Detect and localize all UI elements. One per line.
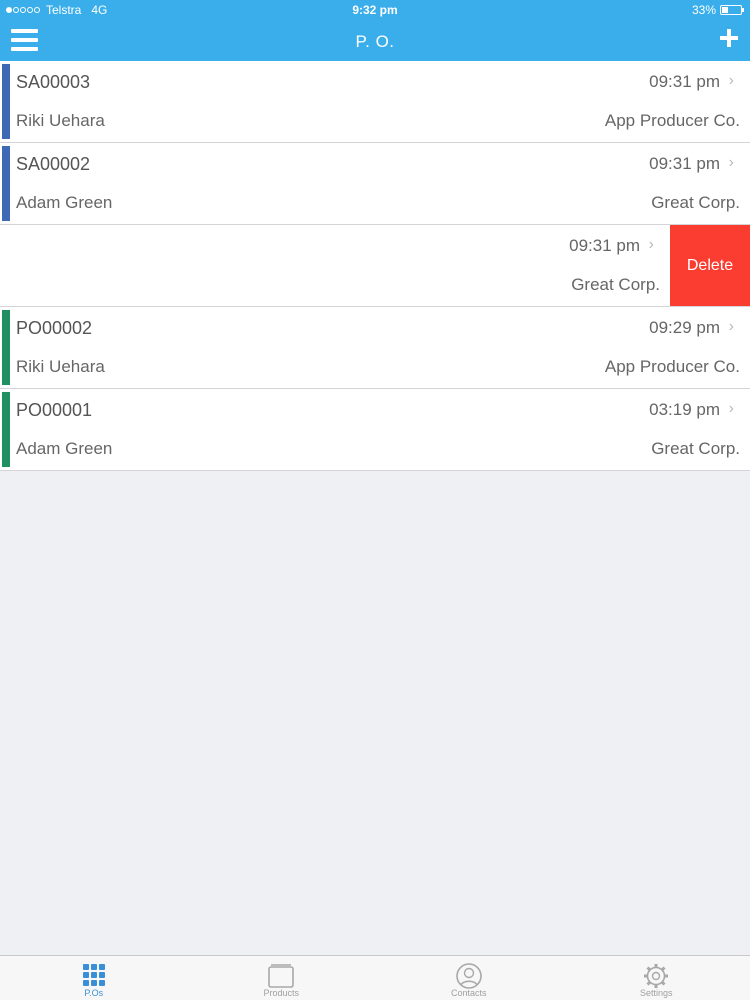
order-row-content: PO00002 09:29 pm › Riki Uehara App Produ… <box>0 307 750 388</box>
order-contact: Adam Green <box>16 439 113 458</box>
order-row[interactable]: PO00001 03:19 pm › Adam Green Great Corp… <box>0 389 750 471</box>
order-time: 09:31 pm <box>649 154 720 173</box>
order-company: Great Corp. <box>651 193 740 212</box>
chevron-right-icon: › <box>728 400 734 417</box>
order-row[interactable]: SA00002 09:31 pm › Adam Green Great Corp… <box>0 143 750 225</box>
order-type-color-bar <box>2 64 10 139</box>
order-type-color-bar <box>2 310 10 385</box>
order-row[interactable]: 01 09:31 pm › reen Great Corp. Delete <box>0 225 750 307</box>
order-contact: Riki Uehara <box>16 111 105 130</box>
order-type-color-bar <box>2 392 10 467</box>
order-contact: Adam Green <box>16 193 113 212</box>
battery-icon <box>720 5 744 15</box>
battery-percent: 33% <box>691 3 716 17</box>
order-type-color-bar <box>2 146 10 221</box>
folder-icon <box>267 962 295 990</box>
tab-label: Settings <box>639 988 673 998</box>
order-company: App Producer Co. <box>604 357 740 376</box>
order-company: Great Corp. <box>651 439 740 458</box>
gear-icon <box>642 962 670 990</box>
order-number: SA00002 <box>16 154 91 174</box>
chevron-right-icon: › <box>648 236 654 253</box>
tab-products[interactable]: Products <box>188 956 376 1000</box>
plus-icon[interactable] <box>720 29 738 47</box>
order-time: 09:31 pm <box>569 236 640 255</box>
status-bar: Telstra 4G 9:32 pm 33% <box>0 0 750 20</box>
purchase-order-list: SA00003 09:31 pm › Riki Uehara App Produ… <box>0 61 750 471</box>
tab-pos[interactable]: P.Os <box>0 956 188 1000</box>
chevron-right-icon: › <box>728 72 734 89</box>
order-company: Great Corp. <box>571 275 660 294</box>
battery-info: 33% <box>691 3 744 17</box>
order-row[interactable]: SA00003 09:31 pm › Riki Uehara App Produ… <box>0 61 750 143</box>
tab-label: P.Os <box>84 988 104 998</box>
order-row-content: 01 09:31 pm › reen Great Corp. <box>0 225 670 306</box>
order-time: 09:29 pm <box>649 318 720 337</box>
order-row[interactable]: PO00002 09:29 pm › Riki Uehara App Produ… <box>0 307 750 389</box>
page-title: P. O. <box>355 32 395 51</box>
tab-label: Contacts <box>450 988 487 998</box>
tab-settings[interactable]: Settings <box>563 956 750 1000</box>
tab-bar: P.Os Products Contacts Settings <box>0 955 750 1000</box>
tab-contacts[interactable]: Contacts <box>375 956 563 1000</box>
delete-button[interactable]: Delete <box>670 225 750 306</box>
order-number: PO00002 <box>16 318 93 338</box>
order-time: 03:19 pm <box>649 400 720 419</box>
order-number: SA00003 <box>16 72 91 92</box>
order-contact: Riki Uehara <box>16 357 105 376</box>
grid-icon <box>80 962 108 990</box>
navigation-bar: P. O. <box>0 20 750 61</box>
status-time: 9:32 pm <box>352 3 398 17</box>
tab-label: Products <box>263 988 300 998</box>
order-row-content: PO00001 03:19 pm › Adam Green Great Corp… <box>0 389 750 470</box>
order-time: 09:31 pm <box>649 72 720 91</box>
chevron-right-icon: › <box>728 318 734 335</box>
order-number: PO00001 <box>16 400 93 420</box>
order-row-content: SA00003 09:31 pm › Riki Uehara App Produ… <box>0 61 750 142</box>
chevron-right-icon: › <box>728 154 734 171</box>
order-company: App Producer Co. <box>604 111 740 130</box>
order-row-content: SA00002 09:31 pm › Adam Green Great Corp… <box>0 143 750 224</box>
person-icon <box>455 962 483 990</box>
